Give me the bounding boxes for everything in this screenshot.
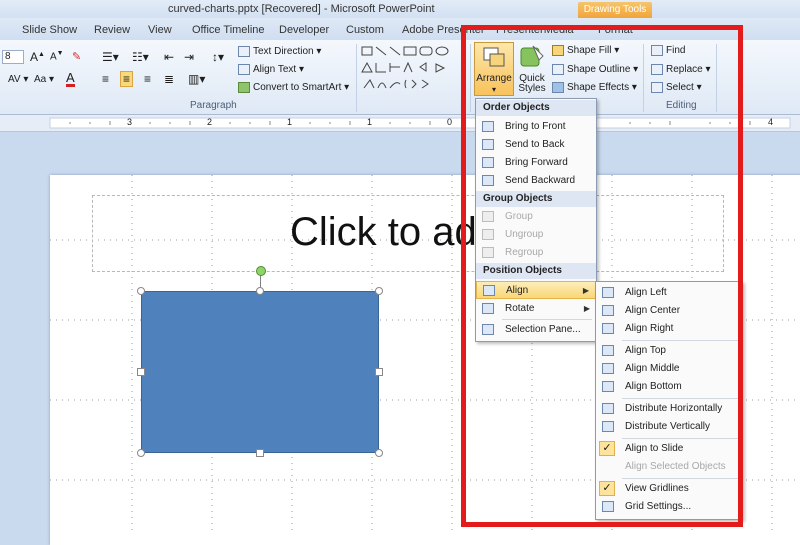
increase-indent-icon[interactable]: ⇥ bbox=[184, 50, 194, 64]
red-highlight-box bbox=[461, 25, 743, 527]
text-direction-button[interactable]: Text Direction ▾ bbox=[238, 46, 321, 57]
rectangle-shape[interactable] bbox=[141, 291, 379, 453]
justify-text-icon[interactable]: ≣ bbox=[164, 72, 174, 86]
grow-font-icon[interactable]: A▲ bbox=[30, 50, 45, 64]
align-text-icon bbox=[238, 64, 250, 75]
resize-handle[interactable] bbox=[256, 449, 264, 457]
group-separator bbox=[356, 44, 357, 112]
tab-view[interactable]: View bbox=[148, 24, 172, 36]
tab-office-timeline[interactable]: Office Timeline bbox=[192, 24, 265, 36]
tab-review[interactable]: Review bbox=[94, 24, 130, 36]
rotation-handle[interactable] bbox=[256, 266, 266, 276]
ruler-mark: 0 bbox=[447, 117, 453, 127]
drawing-tools-context-tab[interactable]: Drawing Tools bbox=[578, 2, 652, 18]
resize-handle[interactable] bbox=[375, 287, 383, 295]
text-direction-icon bbox=[238, 46, 250, 57]
paragraph-group-label: Paragraph bbox=[190, 100, 237, 111]
shapes-gallery[interactable] bbox=[360, 44, 460, 96]
tab-custom[interactable]: Custom bbox=[346, 24, 384, 36]
align-right-text-icon[interactable]: ≡ bbox=[144, 72, 151, 86]
resize-handle[interactable] bbox=[375, 368, 383, 376]
tab-developer[interactable]: Developer bbox=[279, 24, 329, 36]
char-spacing-icon[interactable]: AV ▾ bbox=[8, 74, 28, 85]
resize-handle[interactable] bbox=[256, 287, 264, 295]
center-text-icon[interactable]: ≡ bbox=[120, 71, 134, 87]
ruler-mark: 1 bbox=[367, 117, 373, 127]
align-left-text-icon[interactable]: ≡ bbox=[102, 72, 109, 86]
shrink-font-icon[interactable]: A▼ bbox=[50, 50, 64, 62]
font-size-box[interactable]: 8 bbox=[2, 50, 24, 64]
ruler-mark: 3 bbox=[127, 117, 133, 127]
ruler-mark: 1 bbox=[287, 117, 293, 127]
resize-handle[interactable] bbox=[375, 449, 383, 457]
tab-slide-show[interactable]: Slide Show bbox=[22, 24, 77, 36]
ruler-mark: 4 bbox=[768, 117, 774, 127]
bullets-icon[interactable]: ☰▾ bbox=[102, 50, 119, 64]
resize-handle[interactable] bbox=[137, 287, 145, 295]
numbering-icon[interactable]: ☷▾ bbox=[132, 50, 149, 64]
change-case-icon[interactable]: Aa ▾ bbox=[34, 74, 54, 85]
align-text-button[interactable]: Align Text ▾ bbox=[238, 64, 304, 75]
font-color-icon[interactable]: A bbox=[66, 71, 75, 87]
convert-smartart-button[interactable]: Convert to SmartArt ▾ bbox=[238, 82, 349, 93]
smartart-icon bbox=[238, 82, 250, 93]
columns-icon[interactable]: ▥▾ bbox=[188, 72, 205, 86]
window-title: curved-charts.pptx [Recovered] - Microso… bbox=[168, 3, 435, 15]
ruler-mark: 2 bbox=[207, 117, 213, 127]
decrease-indent-icon[interactable]: ⇤ bbox=[164, 50, 174, 64]
resize-handle[interactable] bbox=[137, 449, 145, 457]
resize-handle[interactable] bbox=[137, 368, 145, 376]
line-spacing-icon[interactable]: ↕▾ bbox=[212, 50, 224, 64]
clear-format-icon[interactable]: ✎ bbox=[72, 50, 81, 63]
